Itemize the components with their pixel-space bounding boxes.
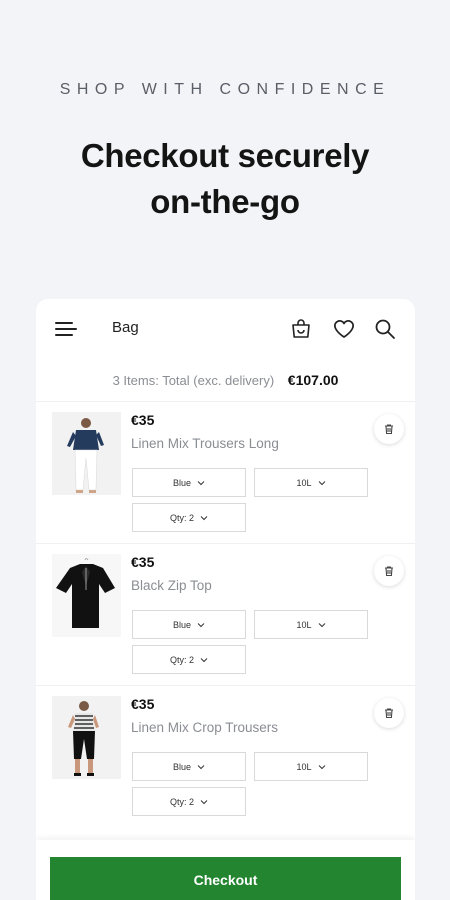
- quantity-value: Qty: 2: [169, 512, 194, 523]
- headline-line-2: on-the-go: [150, 183, 300, 220]
- chevron-down-icon: [197, 764, 205, 769]
- bag-item: €35 Linen Mix Crop Trousers Blue 10L Qty…: [36, 685, 415, 827]
- checkout-footer: Checkout: [36, 840, 415, 900]
- page-title: Bag: [112, 319, 139, 336]
- item-price: €35: [131, 412, 155, 428]
- trash-icon: [385, 708, 393, 719]
- quantity-value: Qty: 2: [169, 654, 194, 665]
- bag-icon[interactable]: [289, 317, 313, 341]
- colour-select[interactable]: Blue: [132, 610, 246, 639]
- summary-label: 3 Items: Total (exc. delivery): [112, 373, 275, 388]
- size-value: 10L: [296, 477, 312, 488]
- bag-item: €35 Black Zip Top Blue 10L Qty: 2: [36, 543, 415, 685]
- item-price: €35: [131, 554, 155, 570]
- quantity-select[interactable]: Qty: 2: [132, 787, 246, 816]
- menu-icon[interactable]: [55, 321, 77, 337]
- item-name[interactable]: Linen Mix Crop Trousers: [131, 720, 278, 735]
- chevron-down-icon: [318, 480, 325, 485]
- item-name[interactable]: Linen Mix Trousers Long: [131, 436, 279, 451]
- colour-value: Blue: [172, 477, 191, 488]
- checkout-button[interactable]: Checkout: [50, 857, 401, 900]
- summary-total: €107.00: [287, 372, 339, 388]
- delete-item-button[interactable]: [374, 698, 404, 728]
- size-select[interactable]: 10L: [254, 468, 368, 497]
- bag-item: €35 Linen Mix Trousers Long Blue 10L Qty…: [36, 401, 415, 543]
- delete-item-button[interactable]: [374, 414, 404, 444]
- quantity-select[interactable]: Qty: 2: [132, 503, 246, 532]
- chevron-down-icon: [318, 622, 325, 627]
- colour-select[interactable]: Blue: [132, 468, 246, 497]
- size-value: 10L: [296, 619, 312, 630]
- product-image[interactable]: [52, 412, 121, 495]
- heart-icon[interactable]: [332, 317, 356, 341]
- colour-value: Blue: [172, 761, 191, 772]
- app-screen: Bag 3 Items: Total (exc. delivery) €107.…: [36, 299, 415, 900]
- trash-icon: [385, 424, 393, 435]
- chevron-down-icon: [318, 764, 325, 769]
- bag-summary: 3 Items: Total (exc. delivery) €107.00: [36, 359, 415, 401]
- product-image[interactable]: [52, 554, 121, 637]
- colour-select[interactable]: Blue: [132, 752, 246, 781]
- chevron-down-icon: [197, 480, 205, 485]
- trash-icon: [385, 566, 393, 577]
- size-select[interactable]: 10L: [254, 610, 368, 639]
- app-bar: Bag: [36, 299, 415, 359]
- delete-item-button[interactable]: [374, 556, 404, 586]
- item-price: €35: [131, 696, 155, 712]
- item-name[interactable]: Black Zip Top: [131, 578, 212, 593]
- chevron-down-icon: [200, 657, 208, 662]
- chevron-down-icon: [200, 799, 208, 804]
- promo-tagline: SHOP WITH CONFIDENCE: [59, 81, 391, 98]
- chevron-down-icon: [197, 622, 205, 627]
- headline-line-1: Checkout securely: [80, 137, 370, 174]
- quantity-value: Qty: 2: [169, 796, 194, 807]
- colour-value: Blue: [172, 619, 191, 630]
- quantity-select[interactable]: Qty: 2: [132, 645, 246, 674]
- search-icon[interactable]: [373, 317, 397, 341]
- product-image[interactable]: [52, 696, 121, 779]
- size-value: 10L: [296, 761, 312, 772]
- promo-headline: Checkout securely on-the-go: [0, 133, 450, 225]
- size-select[interactable]: 10L: [254, 752, 368, 781]
- chevron-down-icon: [200, 515, 208, 520]
